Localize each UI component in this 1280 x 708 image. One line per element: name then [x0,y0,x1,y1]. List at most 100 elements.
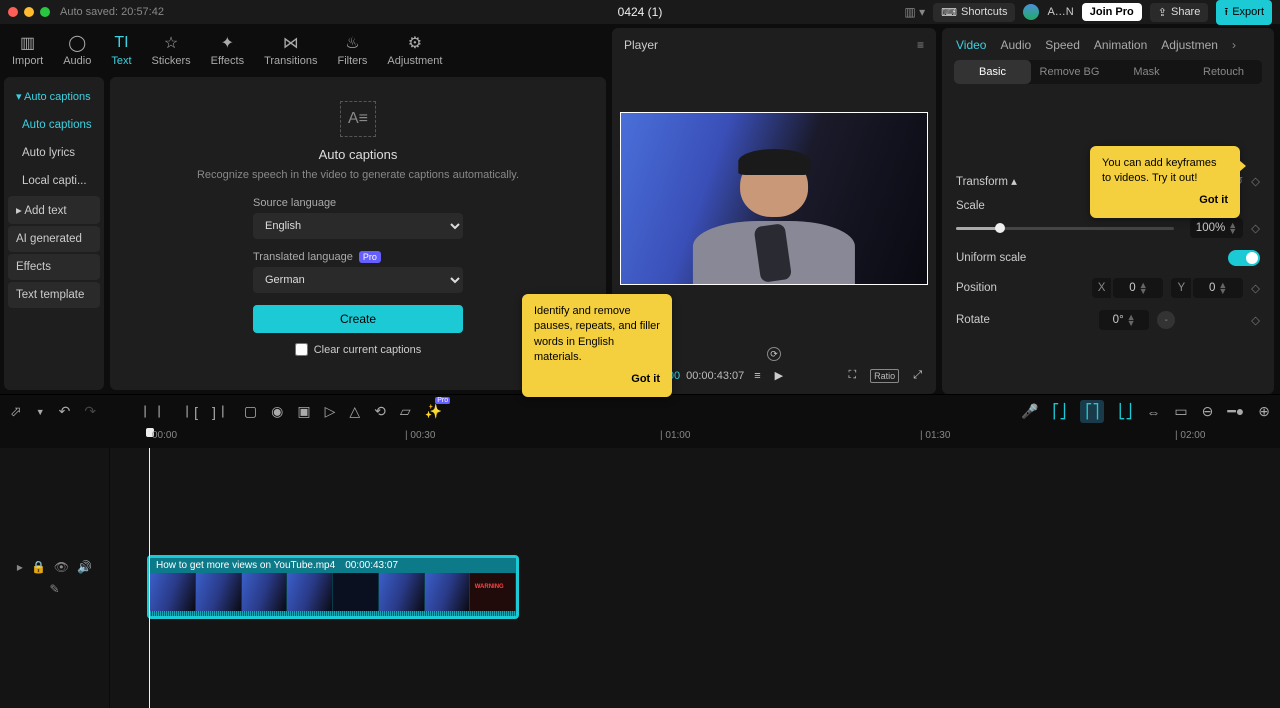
marker-icon[interactable]: ◉ [271,403,283,420]
crop-icon[interactable]: ▱ [400,403,411,420]
edit-track-icon[interactable]: ✎ [49,582,59,596]
uniform-scale-toggle[interactable] [1228,250,1260,266]
translated-language-select[interactable]: German [253,267,463,293]
tooltip-gotit-button[interactable]: Got it [534,372,660,387]
zoom-in-icon[interactable]: ⊕ [1258,403,1270,420]
trim-right-icon[interactable]: ]〡 [212,402,230,422]
tab-import[interactable]: ▥Import [2,30,53,71]
tooltip-gotit-button[interactable]: Got it [1102,193,1228,208]
sidenav-item-autocaptions[interactable]: Auto captions [8,112,100,138]
tab-text[interactable]: TIText [101,30,141,71]
join-pro-button[interactable]: Join Pro [1082,3,1142,21]
undo-icon[interactable]: ↶ [59,403,71,420]
pointer-dropdown-icon[interactable]: ▼ [36,407,45,417]
transitions-icon: ⋈ [282,34,300,52]
autosave-status: Auto saved: 20:57:42 [60,6,164,18]
rotate-dial[interactable]: - [1157,311,1175,329]
source-language-label: Source language [253,197,463,209]
position-x-input[interactable]: 0▲▼ [1113,278,1163,298]
layout-icon[interactable]: ▥ ▾ [904,5,925,19]
crop-preview-icon[interactable]: ⛶ [844,367,860,384]
subtab-removebg[interactable]: Remove BG [1031,60,1108,84]
proptab-audio[interactable]: Audio [1000,38,1031,52]
track-expand-icon[interactable]: ▸ [17,560,23,574]
position-y-input[interactable]: 0▲▼ [1193,278,1243,298]
tab-filters[interactable]: ♨Filters [327,30,377,71]
create-button[interactable]: Create [253,305,463,333]
snap-end-icon[interactable]: ⎣⎦ [1118,403,1132,420]
clear-captions-checkbox[interactable] [295,343,308,356]
proptab-more-icon[interactable]: › [1232,38,1236,52]
ai-tool-icon[interactable]: ✨ [425,403,442,420]
playhead-line[interactable] [149,448,150,708]
track-mute-icon[interactable]: 🔊 [77,560,92,574]
rotate-clip-icon[interactable]: ⟲ [374,403,386,420]
player-menu-icon[interactable]: ≡ [917,38,924,52]
proptab-video[interactable]: Video [956,38,986,52]
sidenav-item-effects[interactable]: Effects [8,254,100,280]
y-label: Y [1171,278,1191,298]
source-language-select[interactable]: English [253,213,463,239]
sidenav-group-addtext[interactable]: ▸ Add text [8,196,100,224]
scale-value[interactable]: 100%▲▼ [1190,218,1243,238]
tab-transitions[interactable]: ⋈Transitions [254,30,327,71]
shortcuts-button[interactable]: ⌨ Shortcuts [933,3,1015,22]
ruler-tick: 00:00 [152,430,177,441]
audio-icon: ◯ [68,34,86,52]
avatar[interactable] [1023,4,1039,20]
link-icon[interactable]: ⇔ [1146,404,1160,420]
nest-icon[interactable]: ▣ [297,403,310,420]
user-label: A…N [1047,6,1073,18]
sidenav-group-autocaptions[interactable]: ▾ Auto captions [8,83,100,110]
subtab-mask[interactable]: Mask [1108,60,1185,84]
video-clip[interactable]: How to get more views on YouTube.mp400:0… [148,556,518,618]
tab-audio[interactable]: ◯Audio [53,30,101,71]
delete-icon[interactable]: ▢ [244,403,257,420]
ratio-button[interactable]: Ratio [870,369,899,383]
scale-keyframe-icon[interactable]: ◇ [1251,221,1260,235]
sidenav-item-texttemplate[interactable]: Text template [8,282,100,308]
magnet-icon[interactable]: ⎡⎤ [1080,400,1104,423]
play-button[interactable]: ▶ [771,367,787,384]
pointer-tool-icon[interactable]: ⬀ [10,403,22,420]
tab-effects[interactable]: ✦Effects [201,30,254,71]
window-controls[interactable] [8,7,50,17]
snap-start-icon[interactable]: ⎡⎦ [1052,403,1066,420]
subtab-retouch[interactable]: Retouch [1185,60,1262,84]
share-button[interactable]: ⇪ Share [1150,3,1209,22]
sync-icon[interactable]: ⟳ [767,347,781,361]
list-icon[interactable]: ≡ [750,368,764,384]
tab-stickers[interactable]: ☆Stickers [142,30,201,71]
zoom-out-icon[interactable]: ⊖ [1202,403,1214,420]
sidenav-item-aigenerated[interactable]: AI generated [8,226,100,252]
track-lock-icon[interactable]: 🔒 [31,560,46,574]
preview-icon[interactable]: ▭ [1174,403,1187,420]
position-keyframe-icon[interactable]: ◇ [1251,281,1260,295]
proptab-speed[interactable]: Speed [1045,38,1080,52]
rotate-keyframe-icon[interactable]: ◇ [1251,313,1260,327]
sidenav-item-localcaptions[interactable]: Local capti... [8,168,100,194]
uniform-scale-label: Uniform scale [956,252,1026,264]
zoom-slider[interactable]: ━● [1227,403,1244,420]
trim-left-icon[interactable]: 〡[ [180,402,198,422]
split-icon[interactable]: 〡〡 [138,402,166,422]
play-segment-icon[interactable]: ▷ [325,403,336,420]
redo-icon[interactable]: ↷ [84,403,96,420]
scale-slider[interactable] [956,227,1174,230]
export-button[interactable]: ⭱ Export [1216,0,1272,25]
fullscreen-icon[interactable]: ⤢ [909,367,926,384]
mirror-icon[interactable]: △ [349,403,360,420]
video-preview[interactable] [620,112,928,285]
subtab-basic[interactable]: Basic [954,60,1031,84]
rotate-input[interactable]: 0°▲▼ [1099,310,1149,330]
mic-icon[interactable]: 🎤 [1021,403,1038,420]
time-ruler[interactable]: 00:00 | 00:30 | 01:00 | 01:30 | 02:00 [0,428,1280,448]
track-visible-icon[interactable]: 👁 [54,560,69,574]
sidenav-item-autolyrics[interactable]: Auto lyrics [8,140,100,166]
rotate-label: Rotate [956,314,990,326]
tab-adjustment[interactable]: ⚙Adjustment [377,30,452,71]
proptab-animation[interactable]: Animation [1094,38,1147,52]
keyframe-icon[interactable]: ◇ [1251,174,1260,188]
proptab-adjustment[interactable]: Adjustmen [1161,38,1218,52]
filler-tooltip: Identify and remove pauses, repeats, and… [522,294,672,397]
